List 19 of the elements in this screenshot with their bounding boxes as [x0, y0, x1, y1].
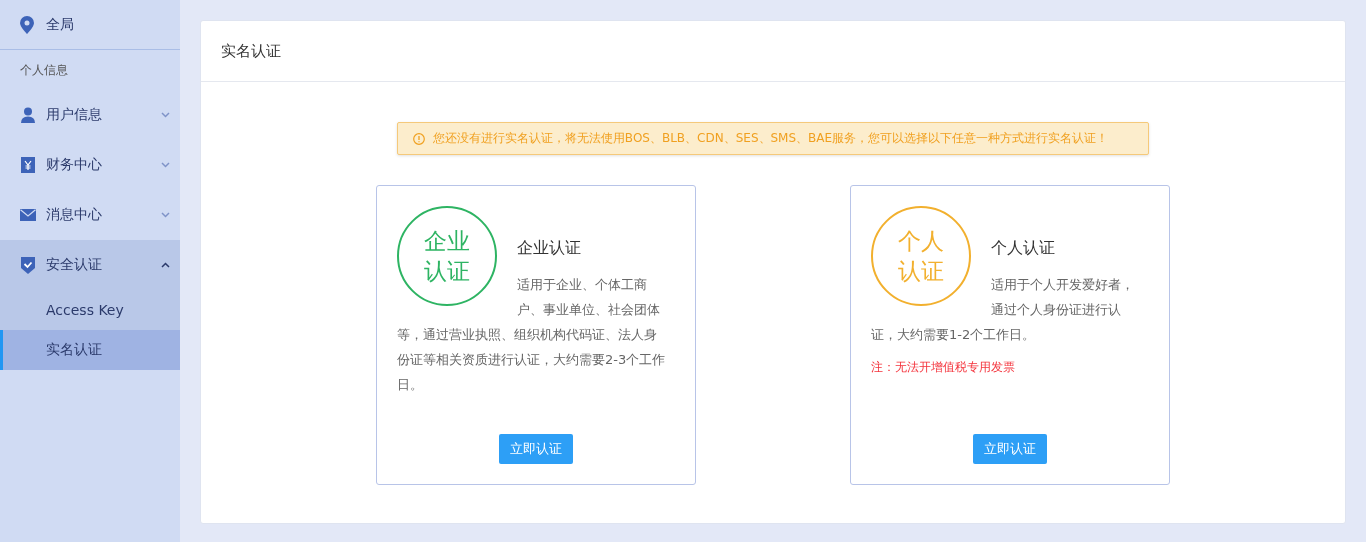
yen-icon — [20, 157, 36, 173]
warning-text: 您还没有进行实名认证，将无法使用BOS、BLB、CDN、SES、SMS、BAE服务，您可以选择以下任意一种方式进行实名认证！ — [432, 130, 1109, 147]
submenu-item[interactable]: 实名认证 — [0, 330, 180, 370]
card-note: 注：无法开增值税专用发票 — [871, 359, 1016, 376]
card-title: 个人认证 — [991, 237, 1056, 258]
menu-item[interactable]: 财务中心 — [0, 140, 180, 190]
warning-icon — [412, 132, 425, 145]
mail-icon — [20, 209, 36, 221]
user-icon — [20, 107, 36, 123]
menu-item[interactable]: 安全认证 — [0, 240, 180, 290]
submenu-item[interactable]: Access Key — [0, 290, 180, 330]
menu-item[interactable]: 用户信息 — [0, 90, 180, 140]
menu-item[interactable]: 消息中心 — [0, 190, 180, 240]
panel-title: 实名认证 — [221, 41, 281, 61]
section-label: 个人信息 — [19, 61, 69, 79]
shield-icon — [20, 256, 36, 274]
card-title: 企业认证 — [517, 237, 582, 258]
global-link[interactable]: 全局 — [46, 15, 74, 34]
location-pin-icon — [20, 15, 34, 34]
